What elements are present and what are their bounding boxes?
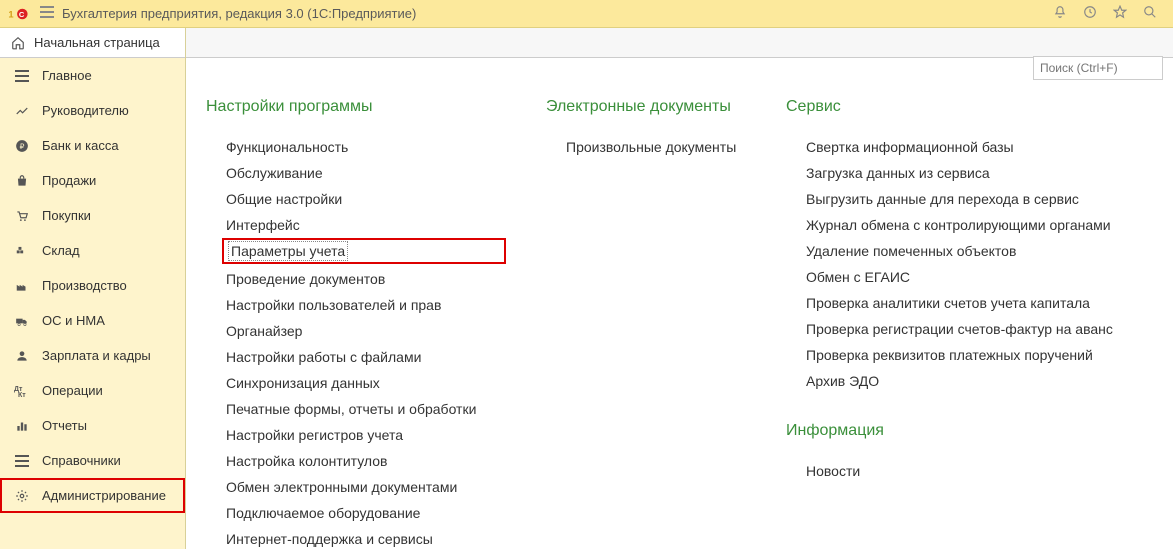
gear-icon — [14, 488, 30, 504]
link-print-forms[interactable]: Печатные формы, отчеты и обработки — [206, 396, 506, 422]
sidebar-item-operations[interactable]: ДтКт Операции — [0, 373, 185, 408]
link-user-rights[interactable]: Настройки пользователей и прав — [206, 292, 506, 318]
link-capital-check[interactable]: Проверка аналитики счетов учета капитала — [786, 290, 1153, 316]
home-tab-label: Начальная страница — [34, 35, 160, 50]
sidebar-item-label: Руководителю — [42, 103, 129, 118]
link-egais-exchange[interactable]: Обмен с ЕГАИС — [786, 264, 1153, 290]
home-icon — [10, 35, 26, 51]
home-tab[interactable]: Начальная страница — [0, 28, 185, 58]
truck-icon — [14, 313, 30, 329]
link-equipment[interactable]: Подключаемое оборудование — [206, 500, 506, 526]
sidebar-item-label: Покупки — [42, 208, 91, 223]
link-db-rollup[interactable]: Свертка информационной базы — [786, 134, 1153, 160]
link-data-sync[interactable]: Синхронизация данных — [206, 370, 506, 396]
section-title-settings: Настройки программы — [206, 98, 506, 116]
sidebar-item-reports[interactable]: Отчеты — [0, 408, 185, 443]
link-invoice-check[interactable]: Проверка регистрации счетов-фактур на ав… — [786, 316, 1153, 342]
sidebar-item-label: ОС и НМА — [42, 313, 105, 328]
link-internet-support[interactable]: Интернет-поддержка и сервисы — [206, 526, 506, 549]
link-delete-marked[interactable]: Удаление помеченных объектов — [786, 238, 1153, 264]
person-icon — [14, 348, 30, 364]
link-organizer[interactable]: Органайзер — [206, 318, 506, 344]
sidebar-item-purchases[interactable]: Покупки — [0, 198, 185, 233]
link-edo-archive[interactable]: Архив ЭДО — [786, 368, 1153, 394]
link-headers-footers[interactable]: Настройка колонтитулов — [206, 448, 506, 474]
history-icon[interactable] — [1083, 5, 1097, 22]
titlebar-actions — [1053, 5, 1165, 22]
link-load-from-service[interactable]: Загрузка данных из сервиса — [786, 160, 1153, 186]
sidebar-item-salary[interactable]: Зарплата и кадры — [0, 338, 185, 373]
hamburger-icon[interactable] — [40, 6, 54, 21]
bag-icon — [14, 173, 30, 189]
sidebar-item-manager[interactable]: Руководителю — [0, 93, 185, 128]
svg-text:Кт: Кт — [18, 392, 26, 397]
link-exchange-journal[interactable]: Журнал обмена с контролирующими органами — [786, 212, 1153, 238]
link-document-posting[interactable]: Проведение документов — [206, 266, 506, 292]
link-interface[interactable]: Интерфейс — [206, 212, 506, 238]
cart-icon — [14, 208, 30, 224]
sidebar-item-label: Отчеты — [42, 418, 87, 433]
search-icon[interactable] — [1143, 5, 1157, 22]
sidebar-item-sales[interactable]: Продажи — [0, 163, 185, 198]
link-payment-check[interactable]: Проверка реквизитов платежных поручений — [786, 342, 1153, 368]
link-accounting-params[interactable]: Параметры учета — [222, 238, 506, 264]
column-service-info: Сервис Свертка информационной базы Загру… — [786, 98, 1153, 529]
sidebar-item-assets[interactable]: ОС и НМА — [0, 303, 185, 338]
content: Настройки программы Функциональность Обс… — [186, 58, 1173, 549]
sidebar-item-label: Продажи — [42, 173, 96, 188]
svg-text:₽: ₽ — [20, 141, 25, 150]
sidebar-item-warehouse[interactable]: Склад — [0, 233, 185, 268]
link-general-settings[interactable]: Общие настройки — [206, 186, 506, 212]
sidebar-item-administration[interactable]: Администрирование — [0, 478, 185, 513]
sidebar-item-label: Склад — [42, 243, 80, 258]
menu-icon — [14, 68, 30, 84]
column-edoc: Электронные документы Произвольные докум… — [546, 98, 746, 529]
link-export-to-service[interactable]: Выгрузить данные для перехода в сервис — [786, 186, 1153, 212]
sidebar-item-label: Главное — [42, 68, 92, 83]
section-title-edoc: Электронные документы — [546, 98, 746, 116]
link-maintenance[interactable]: Обслуживание — [206, 160, 506, 186]
section-title-service: Сервис — [786, 98, 1153, 116]
bell-icon[interactable] — [1053, 5, 1067, 22]
sidebar-item-label: Администрирование — [42, 488, 166, 503]
link-arbitrary-docs[interactable]: Произвольные документы — [546, 134, 746, 160]
warehouse-icon — [14, 243, 30, 259]
svg-text:1: 1 — [8, 9, 13, 19]
sidebar: Начальная страница Главное Руководителю … — [0, 28, 186, 549]
sidebar-item-label: Операции — [42, 383, 103, 398]
column-settings: Настройки программы Функциональность Обс… — [206, 98, 506, 529]
section-info: Информация Новости — [786, 422, 1153, 484]
chart-icon — [14, 418, 30, 434]
sidebar-item-label: Банк и касса — [42, 138, 119, 153]
link-file-settings[interactable]: Настройки работы с файлами — [206, 344, 506, 370]
factory-icon — [14, 278, 30, 294]
link-register-settings[interactable]: Настройки регистров учета — [206, 422, 506, 448]
sidebar-item-label: Справочники — [42, 453, 121, 468]
logo-1c-icon: 1С — [8, 5, 32, 23]
svg-text:С: С — [19, 9, 25, 18]
sidebar-item-main[interactable]: Главное — [0, 58, 185, 93]
main-area: Настройки программы Функциональность Обс… — [186, 28, 1173, 549]
link-news[interactable]: Новости — [786, 458, 1153, 484]
list-icon — [14, 453, 30, 469]
sidebar-item-production[interactable]: Производство — [0, 268, 185, 303]
titlebar: 1С Бухгалтерия предприятия, редакция 3.0… — [0, 0, 1173, 28]
sidebar-item-label: Зарплата и кадры — [42, 348, 151, 363]
trend-icon — [14, 103, 30, 119]
tabbar — [186, 28, 1173, 58]
ruble-icon: ₽ — [14, 138, 30, 154]
app-title: Бухгалтерия предприятия, редакция 3.0 (1… — [62, 6, 1053, 21]
link-functionality[interactable]: Функциональность — [206, 134, 506, 160]
link-edoc-exchange[interactable]: Обмен электронными документами — [206, 474, 506, 500]
sidebar-item-label: Производство — [42, 278, 127, 293]
star-icon[interactable] — [1113, 5, 1127, 22]
sidebar-item-bank[interactable]: ₽ Банк и касса — [0, 128, 185, 163]
dtkt-icon: ДтКт — [14, 383, 30, 399]
section-service: Сервис Свертка информационной базы Загру… — [786, 98, 1153, 394]
sidebar-item-directories[interactable]: Справочники — [0, 443, 185, 478]
section-title-info: Информация — [786, 422, 1153, 440]
